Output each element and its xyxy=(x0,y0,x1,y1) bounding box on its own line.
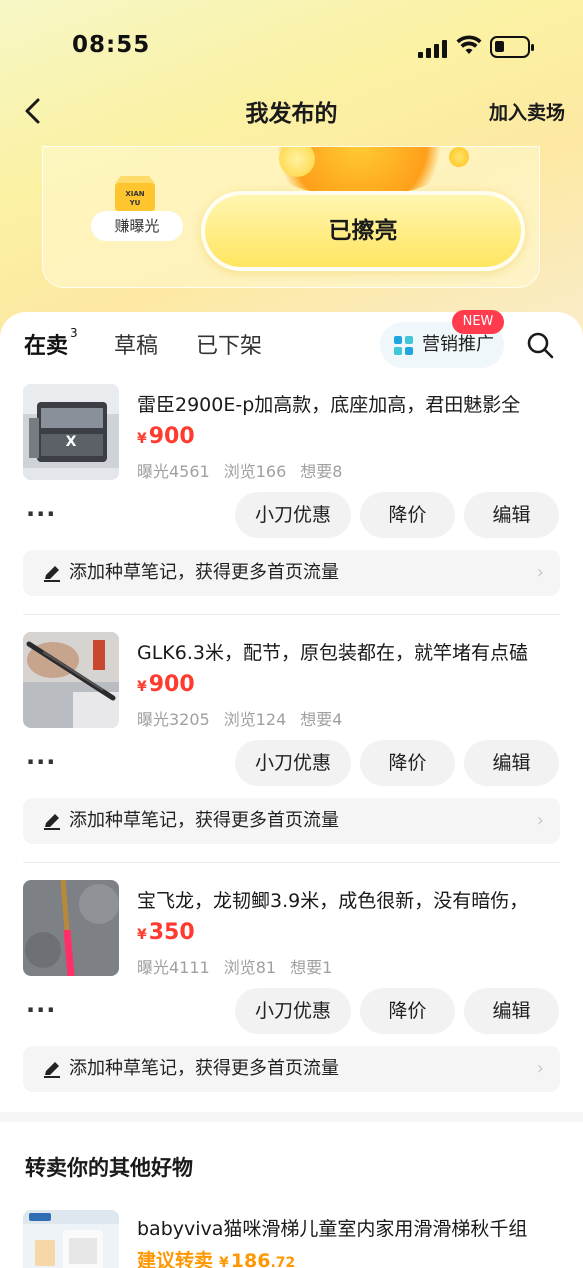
item-price: ¥900 xyxy=(137,672,195,697)
promo-card: XIAN YU 赚曝光 已擦亮 xyxy=(42,146,540,288)
exposure-count: 曝光3205 xyxy=(137,710,210,729)
small-discount-button[interactable]: 小刀优惠 xyxy=(235,492,351,538)
view-count: 浏览124 xyxy=(223,710,287,729)
tab-drafts[interactable]: 草稿 xyxy=(114,328,158,360)
add-note-banner[interactable]: 添加种草笔记，获得更多首页流量 › xyxy=(23,798,560,844)
item-image: X xyxy=(23,384,119,480)
chevron-right-icon: › xyxy=(536,1058,544,1079)
add-note-banner[interactable]: 添加种草笔记，获得更多首页流量 › xyxy=(23,550,560,596)
item-price: ¥350 xyxy=(137,920,195,945)
edit-button[interactable]: 编辑 xyxy=(464,988,559,1034)
edit-button[interactable]: 编辑 xyxy=(464,492,559,538)
listing-item: 宝飞龙，龙韧鲫3.9米，成色很新，没有暗伤， ¥350 曝光4111 浏览81 想要… xyxy=(0,880,583,1128)
price-value: 900 xyxy=(148,424,195,449)
item-title[interactable]: GLK6.3米，配节，原包装都在，就竿堵有点磕 xyxy=(137,638,557,665)
reduce-price-button[interactable]: 降价 xyxy=(360,740,455,786)
view-count: 浏览81 xyxy=(223,958,277,977)
pen-icon xyxy=(44,814,60,830)
status-time: 08:55 xyxy=(72,32,151,58)
reduce-price-button[interactable]: 降价 xyxy=(360,492,455,538)
nav-bar: 我发布的 加入卖场 xyxy=(0,88,583,134)
wifi-icon xyxy=(456,35,482,54)
edit-button[interactable]: 编辑 xyxy=(464,740,559,786)
tab-on-sale[interactable]: 在卖3 xyxy=(24,325,78,360)
chevron-right-icon: › xyxy=(536,562,544,583)
grid-icon xyxy=(394,336,414,356)
price-decimal: .72 xyxy=(270,1255,296,1268)
suggest-label: 建议转卖 xyxy=(137,1250,214,1268)
svg-text:YU: YU xyxy=(129,199,141,207)
item-stats: 曝光4561 浏览166 想要8 xyxy=(137,458,356,482)
tab-count: 3 xyxy=(70,325,78,340)
cellular-signal-icon xyxy=(418,38,448,58)
item-price: ¥900 xyxy=(137,424,195,449)
svg-text:XIAN: XIAN xyxy=(125,190,144,198)
exposure-count: 曝光4561 xyxy=(137,462,210,481)
chevron-right-icon: › xyxy=(536,810,544,831)
rec-price: 建议转卖 ¥186.72 xyxy=(137,1246,295,1268)
currency-symbol: ¥ xyxy=(137,431,147,447)
price-int: 186 xyxy=(230,1250,271,1268)
divider xyxy=(23,862,560,863)
small-discount-button[interactable]: 小刀优惠 xyxy=(235,988,351,1034)
join-market-button[interactable]: 加入卖场 xyxy=(489,98,565,125)
exposure-count: 曝光4111 xyxy=(137,958,210,977)
search-icon[interactable] xyxy=(526,331,554,359)
divider xyxy=(23,614,560,615)
box-icon: XIAN YU xyxy=(115,176,155,211)
rec-thumbnail[interactable] xyxy=(23,1210,119,1268)
shine-button[interactable]: 已擦亮 xyxy=(201,191,525,271)
earn-exposure-button[interactable]: 赚曝光 xyxy=(91,211,183,241)
tab-label: 在卖 xyxy=(24,334,69,359)
note-prompt-text: 添加种草笔记，获得更多首页流量 xyxy=(69,562,339,583)
currency-symbol: ¥ xyxy=(137,927,147,943)
item-title[interactable]: 雷臣2900E-p加高款，底座加高，君田魅影全 xyxy=(137,390,557,417)
pen-icon xyxy=(44,1062,60,1078)
price-value: 900 xyxy=(148,672,195,697)
tab-removed[interactable]: 已下架 xyxy=(196,328,262,360)
price-value: 350 xyxy=(148,920,195,945)
item-image xyxy=(23,632,119,728)
tab-bar: 在卖3 草稿 已下架 营销推广 NEW xyxy=(0,310,583,374)
rec-title[interactable]: babyviva猫咪滑梯儿童室内家用滑滑梯秋千组 xyxy=(137,1214,557,1241)
pen-icon xyxy=(44,566,60,582)
section-title: 转卖你的其他好物 xyxy=(25,1156,193,1180)
status-bar: 08:55 xyxy=(0,0,583,90)
note-prompt-text: 添加种草笔记，获得更多首页流量 xyxy=(69,810,339,831)
item-thumbnail[interactable] xyxy=(23,632,119,728)
marketing-label: 营销推广 xyxy=(422,334,494,355)
more-options-button[interactable]: ··· xyxy=(26,996,56,1024)
currency-symbol: ¥ xyxy=(219,1255,229,1268)
rec-item-image xyxy=(23,1210,119,1268)
decor-orb xyxy=(449,147,469,167)
svg-text:X: X xyxy=(66,434,77,450)
more-options-button[interactable]: ··· xyxy=(26,748,56,776)
resell-section: 转卖你的其他好物 babyviva猫咪滑梯儿童室内家用滑滑梯秋千组 建议转卖 ¥1… xyxy=(0,1122,583,1268)
add-note-banner[interactable]: 添加种草笔记，获得更多首页流量 › xyxy=(23,1046,560,1092)
more-options-button[interactable]: ··· xyxy=(26,500,56,528)
currency-symbol: ¥ xyxy=(137,679,147,695)
item-image xyxy=(23,880,119,976)
main-panel: 在卖3 草稿 已下架 营销推广 NEW X 雷臣2900E-p加高款，底座加高，… xyxy=(0,310,583,1112)
new-badge: NEW xyxy=(452,310,504,334)
listing-item: GLK6.3米，配节，原包装都在，就竿堵有点磕 ¥900 曝光3205 浏览124… xyxy=(0,632,583,880)
item-thumbnail[interactable] xyxy=(23,880,119,976)
small-discount-button[interactable]: 小刀优惠 xyxy=(235,740,351,786)
reduce-price-button[interactable]: 降价 xyxy=(360,988,455,1034)
item-thumbnail[interactable]: X xyxy=(23,384,119,480)
listing-item: X 雷臣2900E-p加高款，底座加高，君田魅影全 ¥900 曝光4561 浏览1… xyxy=(0,384,583,632)
want-count: 想要4 xyxy=(300,710,343,729)
item-title[interactable]: 宝飞龙，龙韧鲫3.9米，成色很新，没有暗伤， xyxy=(137,886,557,913)
item-stats: 曝光3205 浏览124 想要4 xyxy=(137,706,356,730)
view-count: 浏览166 xyxy=(223,462,287,481)
battery-icon xyxy=(490,36,534,58)
item-stats: 曝光4111 浏览81 想要1 xyxy=(137,954,346,978)
want-count: 想要8 xyxy=(300,462,343,481)
want-count: 想要1 xyxy=(290,958,333,977)
note-prompt-text: 添加种草笔记，获得更多首页流量 xyxy=(69,1058,339,1079)
